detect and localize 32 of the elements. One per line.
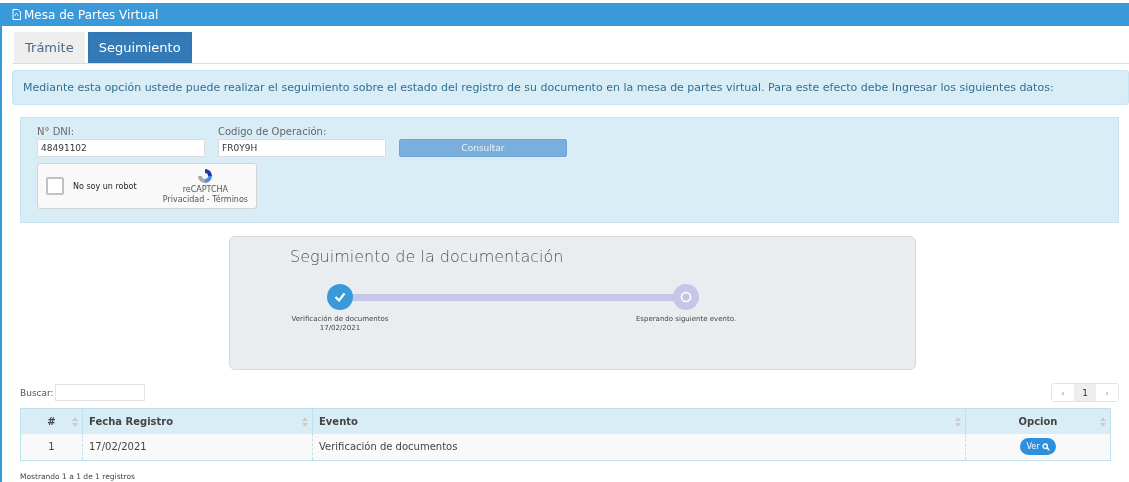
column-header[interactable]: # bbox=[20, 408, 83, 434]
captcha-brand: reCAPTCHA bbox=[182, 186, 229, 195]
input-field[interactable]: 48491102 bbox=[37, 139, 205, 157]
sort-icon[interactable] bbox=[955, 417, 961, 427]
sort-icon[interactable] bbox=[1100, 417, 1106, 427]
checkbox[interactable] bbox=[46, 177, 64, 195]
tab[interactable]: Trámite bbox=[14, 32, 85, 63]
captcha-links[interactable]: Privacidad - Términos bbox=[162, 196, 248, 205]
search-field[interactable] bbox=[54, 384, 145, 401]
input-field[interactable]: FR0Y9H bbox=[218, 139, 386, 157]
table-cell: 1 bbox=[20, 433, 83, 461]
column-header[interactable]: Evento bbox=[312, 408, 966, 434]
checkbox-label: No soy un robot bbox=[73, 181, 138, 191]
table-cell: 17/02/2021 bbox=[82, 433, 313, 461]
column-header[interactable]: Opcion bbox=[965, 408, 1111, 434]
document-icon bbox=[12, 9, 21, 20]
sort-icon[interactable] bbox=[302, 417, 308, 427]
page-button[interactable]: 1 bbox=[1074, 384, 1096, 401]
recaptcha-icon bbox=[196, 167, 215, 186]
window-title: Mesa de Partes Virtual bbox=[24, 7, 159, 22]
search-label: Buscar: bbox=[20, 387, 54, 398]
sort-icon[interactable] bbox=[72, 417, 78, 427]
completed-step-icon bbox=[327, 284, 353, 310]
column-header[interactable]: Fecha Registro bbox=[82, 408, 313, 434]
table-cell: Verificación de documentos bbox=[312, 433, 966, 461]
search-icon bbox=[1041, 442, 1050, 451]
field-label: N° DNI: bbox=[37, 126, 76, 137]
field-label: Codigo de Operación: bbox=[218, 126, 328, 137]
tab[interactable]: Seguimiento bbox=[87, 32, 192, 63]
card-title: Seguimiento de la documentación bbox=[290, 247, 565, 266]
info-message: Mediante esta opción ustede puede realizar el seguimiento sobre el estado del registro de su documento en la mesa de partes virtual. Para este efecto debe Ingresar los siguientes datos: bbox=[12, 70, 1129, 105]
pending-step-icon bbox=[673, 284, 699, 310]
